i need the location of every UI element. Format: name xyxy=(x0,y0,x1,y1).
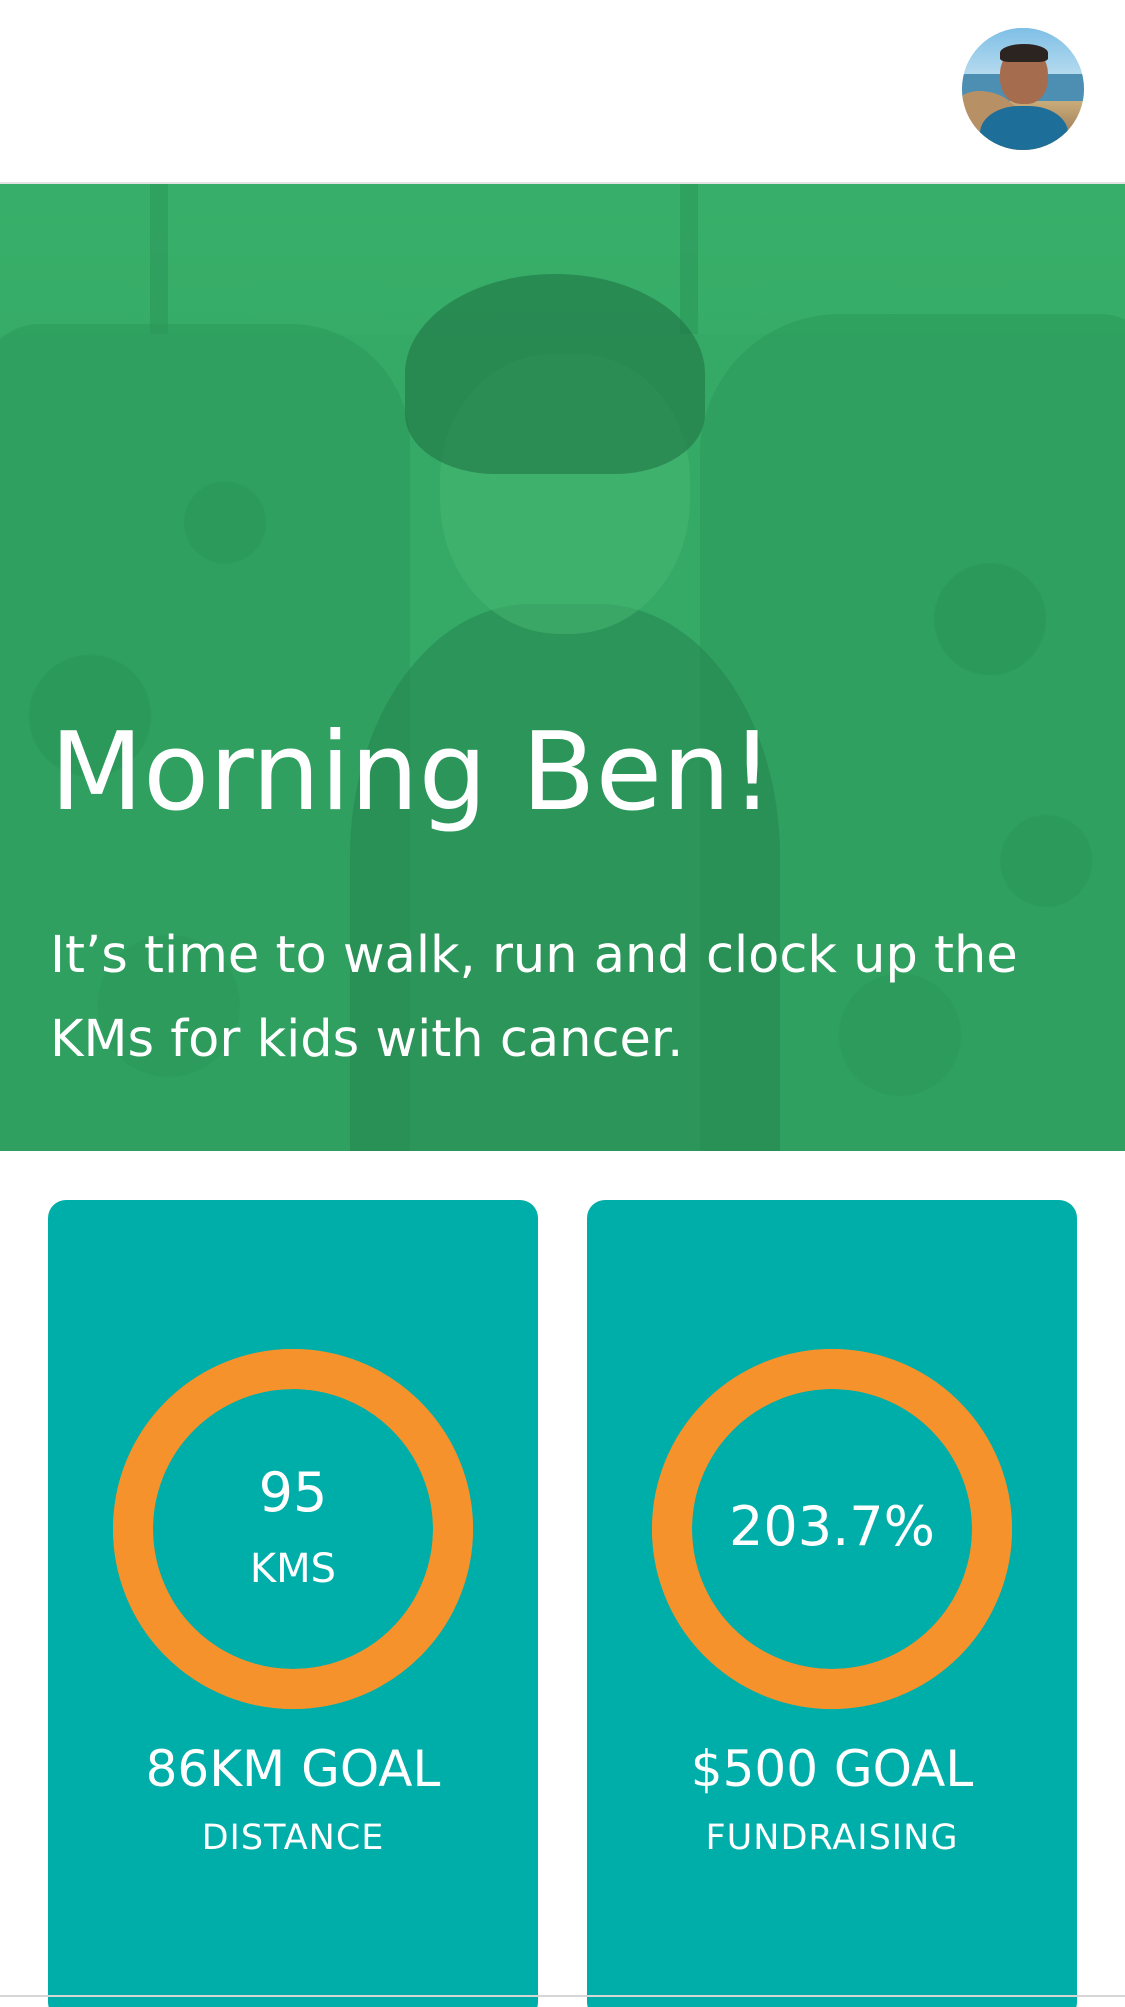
hero-banner: Morning Ben! It’s time to walk, run and … xyxy=(0,184,1125,1151)
distance-ring-svg xyxy=(113,1349,473,1709)
fundraising-value: 203.7% xyxy=(729,1495,935,1558)
bottom-divider xyxy=(0,1995,1125,1997)
fundraising-card[interactable]: 203.7% $500 GOAL FUNDRAISING xyxy=(587,1200,1077,2007)
profile-avatar[interactable] xyxy=(962,28,1084,150)
distance-progress-ring: 95 KMS xyxy=(113,1349,473,1709)
distance-unit: KMS xyxy=(249,1546,337,1592)
fundraising-label: FUNDRAISING xyxy=(705,1818,959,1858)
distance-goal: 86KM GOAL xyxy=(145,1740,441,1798)
distance-label: DISTANCE xyxy=(201,1818,385,1858)
distance-card[interactable]: 95 KMS 86KM GOAL DISTANCE xyxy=(48,1200,538,2007)
greeting-subtitle: It’s time to walk, run and clock up the … xyxy=(50,926,1018,1069)
top-bar xyxy=(0,0,1125,184)
distance-value: 95 xyxy=(258,1461,328,1524)
home-screen: Morning Ben! It’s time to walk, run and … xyxy=(0,0,1125,2007)
greeting-title: Morning Ben! xyxy=(50,710,774,835)
fundraising-progress-ring: 203.7% xyxy=(652,1349,1012,1709)
avatar-hair xyxy=(1000,44,1048,62)
avatar-shirt xyxy=(980,106,1068,150)
distance-ring-fill xyxy=(113,1349,473,1709)
fundraising-goal: $500 GOAL xyxy=(690,1740,974,1798)
